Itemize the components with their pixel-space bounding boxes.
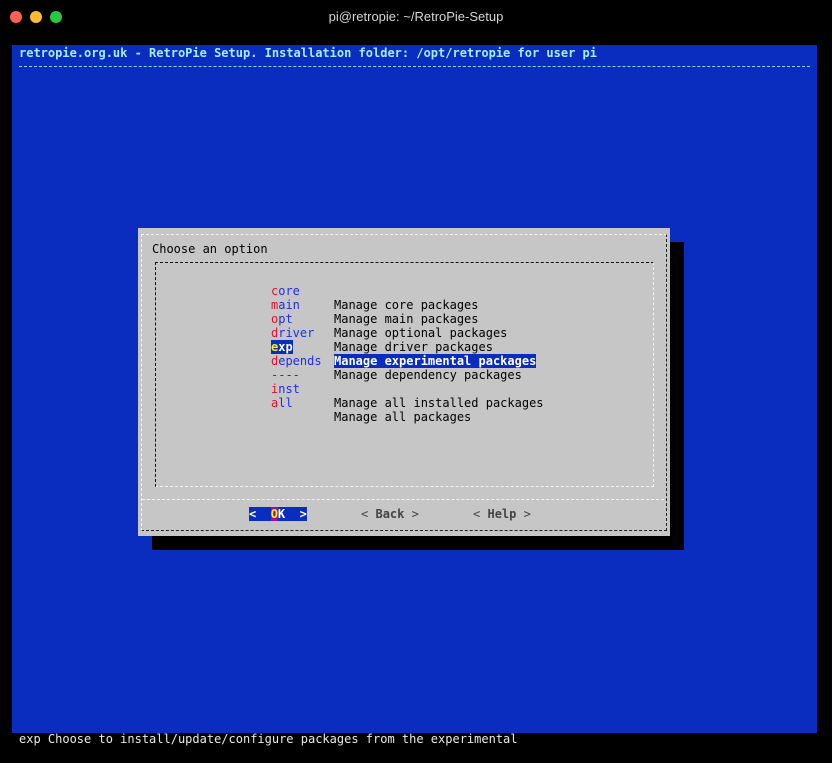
- help-button[interactable]: < Help >: [473, 507, 531, 521]
- window-titlebar: pi@retropie: ~/RetroPie-Setup: [0, 0, 832, 34]
- menu-item-description: Manage experimental packages: [334, 354, 537, 368]
- menu-item-tag: exp: [271, 340, 293, 354]
- menu-item-tag: core: [271, 284, 300, 298]
- menu-item-description: Manage all installed packages: [334, 396, 544, 410]
- menu-item-description: Manage dependency packages: [334, 368, 522, 382]
- menu-item-exp[interactable]: exp Manage experimental packages: [156, 326, 537, 368]
- menu-item-all[interactable]: all Manage all packages: [156, 382, 471, 424]
- ok-button[interactable]: < OK >: [249, 507, 307, 521]
- menu-item-description: Manage all packages: [334, 410, 472, 424]
- window-title: pi@retropie: ~/RetroPie-Setup: [328, 9, 504, 24]
- separator-text: ----: [271, 368, 300, 382]
- menu-item-opt[interactable]: opt Manage optional packages: [156, 298, 507, 340]
- menu-item-tag: driver: [271, 326, 315, 340]
- menu-item-tag: inst: [271, 382, 300, 396]
- menu-item-description: Manage driver packages: [334, 340, 493, 354]
- menu-item-inst[interactable]: inst Manage all installed packages: [156, 368, 544, 410]
- menu-separator: ----: [156, 354, 300, 382]
- menu-item-tag: all: [271, 396, 293, 410]
- menu-item-description: Manage main packages: [334, 312, 479, 326]
- status-line: exp Choose to install/update/configure p…: [19, 732, 518, 746]
- back-button[interactable]: < Back >: [361, 507, 419, 521]
- dialog-prompt: Choose an option: [152, 242, 268, 256]
- menu-dialog: Choose an option core Manage core packag…: [138, 228, 670, 536]
- menu-item-tag: opt: [271, 312, 293, 326]
- terminal-screen[interactable]: retropie.org.uk - RetroPie Setup. Instal…: [12, 45, 817, 733]
- backtitle-divider: [19, 66, 810, 67]
- menu-list: core Manage core packages main Manage ma…: [155, 262, 654, 487]
- backtitle: retropie.org.uk - RetroPie Setup. Instal…: [19, 46, 597, 60]
- menu-item-tag: main: [271, 298, 300, 312]
- menu-item-driver[interactable]: driver Manage driver packages: [156, 312, 493, 354]
- menu-item-tag: depends: [271, 354, 322, 368]
- menu-item-description: Manage optional packages: [334, 326, 508, 340]
- buttons-divider: [142, 499, 664, 500]
- menu-item-depends[interactable]: depends Manage dependency packages: [156, 340, 522, 382]
- menu-item-main[interactable]: main Manage main packages: [156, 284, 479, 326]
- menu-item-description: Manage core packages: [334, 298, 479, 312]
- menu-item-core[interactable]: core Manage core packages: [156, 270, 479, 312]
